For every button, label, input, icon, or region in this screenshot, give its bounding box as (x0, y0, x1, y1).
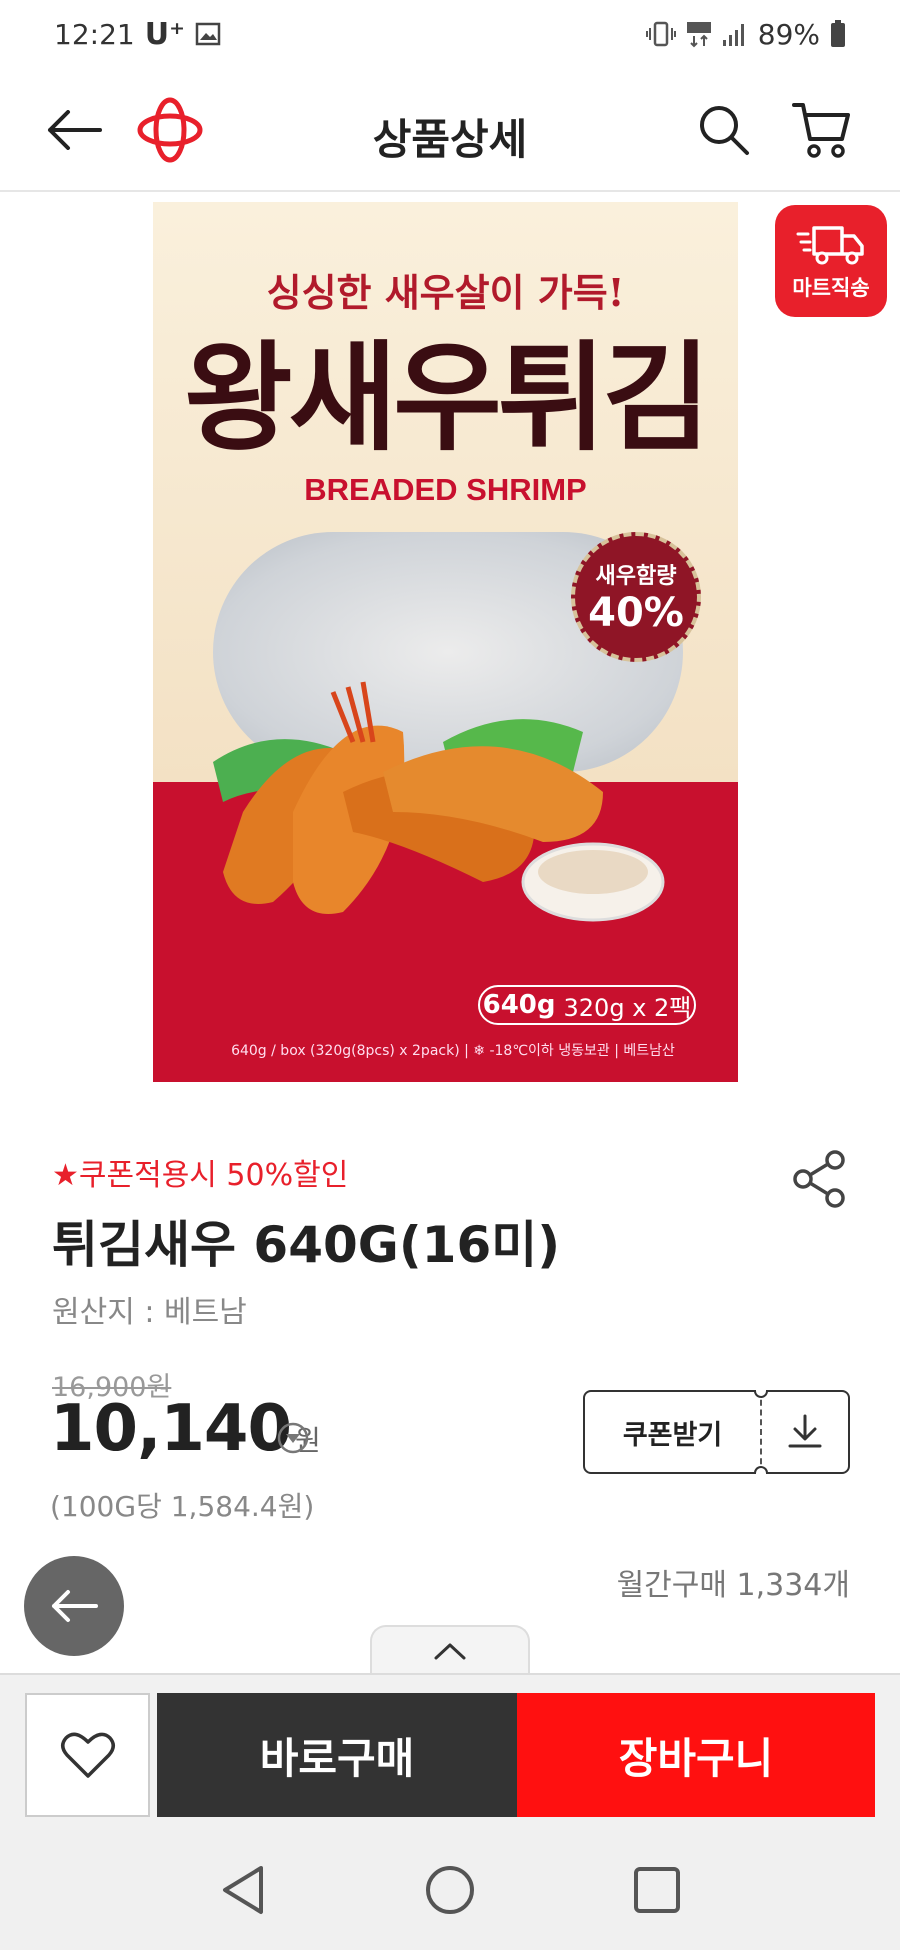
heart-icon (60, 1732, 115, 1778)
back-arrow-icon (52, 1590, 98, 1622)
circle-home-icon (425, 1866, 474, 1914)
coupon-discount-note: ★쿠폰적용시 50%할인 (52, 1158, 349, 1193)
status-right: 89% (645, 17, 846, 51)
system-back-button[interactable] (208, 1855, 278, 1925)
coupon-download-button[interactable]: 쿠폰받기 (583, 1390, 850, 1474)
content-badge-label: 새우함량 (595, 564, 677, 589)
cart-button[interactable] (788, 96, 856, 164)
search-button[interactable] (692, 98, 756, 162)
product-image[interactable]: 싱싱한 새우살이 가득! 왕새우튀김 BREADED SHRIMP 새우함량 4… (153, 202, 738, 1082)
battery-icon (830, 20, 846, 48)
system-nav-bar (0, 1830, 900, 1950)
lte-icon (686, 20, 712, 48)
share-button[interactable] (788, 1148, 850, 1210)
signal-icon (722, 21, 748, 47)
vibrate-icon (645, 20, 676, 48)
action-bar: 바로구매 장바구니 (0, 1673, 900, 1830)
square-recents-icon (633, 1867, 680, 1913)
gallery-icon (195, 22, 221, 46)
system-home-button[interactable] (415, 1855, 485, 1925)
battery-percent: 89% (757, 17, 820, 51)
delivery-badge-label: 마트직송 (792, 276, 870, 300)
image-info: 640g / box (320g(8pcs) x 2pack) | ❄ -18℃… (231, 1043, 675, 1059)
download-icon-wrap (762, 1412, 848, 1452)
back-arrow-icon (48, 110, 102, 150)
chevron-up-icon (434, 1643, 466, 1660)
sale-price-value: 10,140 (50, 1392, 292, 1466)
buy-now-button[interactable]: 바로구매 (157, 1693, 517, 1817)
triangle-back-icon (223, 1866, 264, 1914)
expand-options-tab[interactable] (370, 1625, 530, 1675)
carrier-label: U⁺ (144, 16, 185, 52)
wishlist-button[interactable] (25, 1693, 150, 1817)
delivery-badge: 마트직송 (775, 205, 887, 317)
share-icon (793, 1150, 845, 1208)
unit-price: (100G당 1,584.4원) (50, 1490, 315, 1523)
coupon-notch-bottom (754, 1466, 768, 1474)
logo-icon (137, 97, 203, 163)
search-icon (700, 106, 749, 155)
system-recents-button[interactable] (622, 1855, 692, 1925)
truck-icon (796, 226, 864, 265)
weight-pill: 640g 320g x 2팩 (478, 985, 696, 1025)
brand-logo[interactable] (134, 94, 206, 166)
content-badge-value: 40% (588, 590, 684, 636)
content-badge: 새우함량 40% (571, 532, 701, 662)
status-bar: 12:21 U⁺ 89% (0, 0, 900, 68)
back-button[interactable] (42, 98, 106, 162)
monthly-sales: 월간구매 1,334개 (616, 1568, 850, 1603)
download-icon (788, 1414, 822, 1448)
weight-detail: 320g x 2팩 (563, 993, 692, 1022)
chevron-down-circle-icon (277, 1422, 309, 1454)
coupon-button-label: 쿠폰받기 (622, 1419, 723, 1451)
image-title: 왕새우튀김 (184, 328, 711, 467)
coupon-notch-top (754, 1390, 768, 1398)
price-detail-toggle[interactable] (275, 1420, 311, 1456)
weight-main: 640g (482, 990, 556, 1020)
header: 상품상세 (0, 68, 900, 192)
floating-back-button[interactable] (24, 1556, 124, 1656)
image-subtitle: BREADED SHRIMP (304, 472, 587, 507)
product-name: 튀김새우 640G(16미) (52, 1216, 561, 1274)
add-to-cart-button[interactable]: 장바구니 (517, 1693, 875, 1817)
origin-label: 원산지 : 베트남 (52, 1295, 247, 1330)
cart-icon (792, 103, 850, 158)
status-time: 12:21 (54, 17, 135, 51)
status-left: 12:21 U⁺ (54, 17, 221, 52)
